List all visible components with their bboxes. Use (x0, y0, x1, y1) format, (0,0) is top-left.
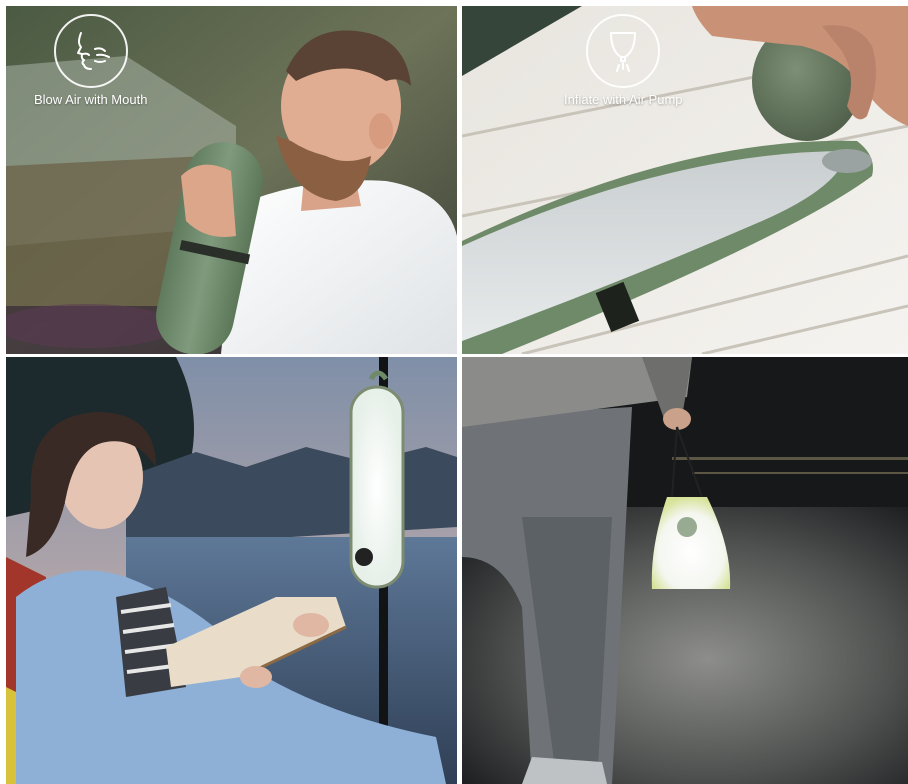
panel-blow-with-mouth: Blow Air with Mouth (6, 6, 457, 354)
panel-reading-dusk (6, 357, 457, 784)
caption-text: Inflate with Air Pump (564, 92, 683, 107)
panel-night-lantern (462, 357, 908, 784)
photo-night-lantern (462, 357, 908, 784)
air-pump-icon (586, 14, 661, 88)
caption-blow-air: Blow Air with Mouth (34, 14, 147, 107)
caption-inflate-pump: Inflate with Air Pump (564, 14, 683, 107)
panel-air-pump: Inflate with Air Pump (462, 6, 908, 354)
mouth-blowing-icon (53, 14, 128, 88)
photo-woman-reading (6, 357, 457, 784)
product-photo-grid: Blow Air with Mouth Inflate with Air Pum… (0, 0, 908, 784)
caption-text: Blow Air with Mouth (34, 92, 148, 107)
photo-air-pump (462, 6, 908, 354)
